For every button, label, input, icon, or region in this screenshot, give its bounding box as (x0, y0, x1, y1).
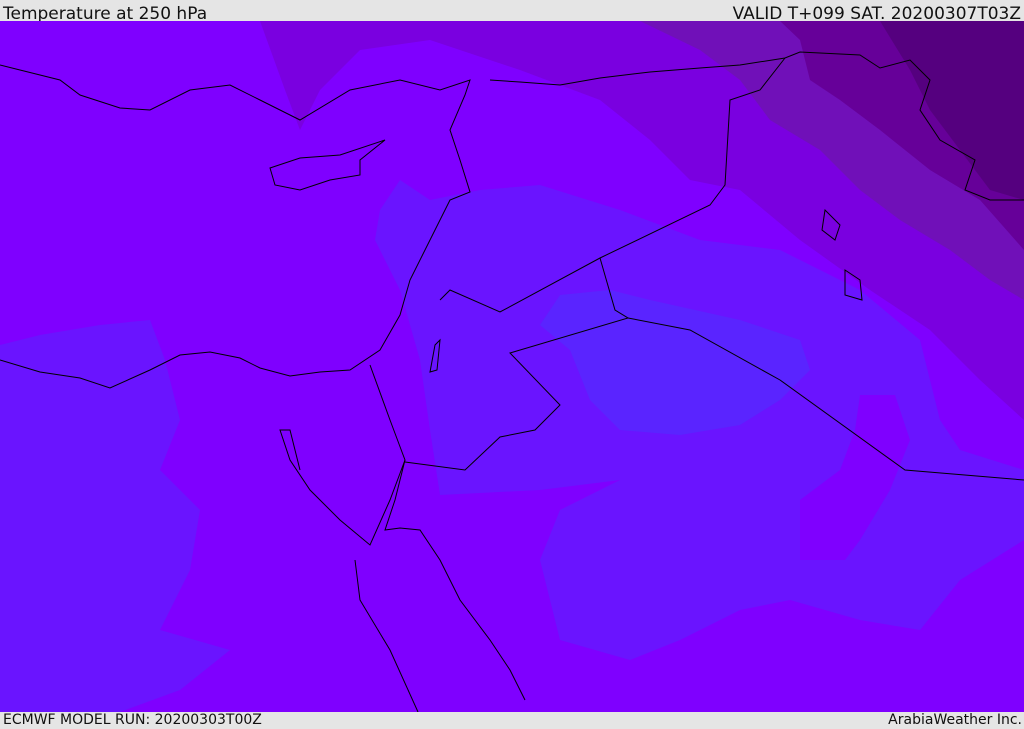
header-bar: Temperature at 250 hPa VALID T+099 SAT. … (0, 0, 1024, 24)
footer-bar: ECMWF MODEL RUN: 20200303T00Z ArabiaWeat… (0, 712, 1024, 729)
temperature-map (0, 21, 1024, 712)
model-run: ECMWF MODEL RUN: 20200303T00Z (3, 712, 262, 728)
credit: ArabiaWeather Inc. (888, 712, 1022, 728)
